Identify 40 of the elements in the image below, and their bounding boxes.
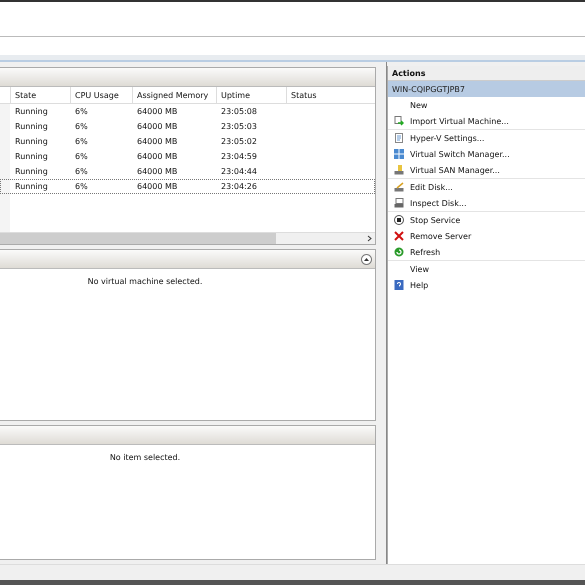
- import-icon: [394, 116, 404, 126]
- action-item[interactable]: Inspect Disk...: [388, 195, 585, 211]
- vm-row[interactable]: Running 6% 64000 MB 23:05:08: [0, 104, 375, 119]
- document-icon: [394, 133, 404, 143]
- empty-message: No item selected.: [108, 453, 182, 462]
- action-item[interactable]: Hyper-V Settings...: [388, 129, 585, 146]
- action-item[interactable]: Stop Service: [388, 211, 585, 228]
- action-item[interactable]: Refresh: [388, 244, 585, 260]
- stop-icon: [394, 215, 404, 225]
- disk-icon: [394, 198, 404, 208]
- column-header[interactable]: Status: [286, 87, 375, 103]
- column-header[interactable]: CPU Usage: [70, 87, 132, 103]
- refresh-icon: [394, 247, 404, 257]
- action-item[interactable]: New: [388, 97, 585, 113]
- action-item[interactable]: Virtual Switch Manager...: [388, 146, 585, 162]
- vm-row[interactable]: Running 6% 64000 MB 23:05:03: [0, 119, 375, 134]
- vm-row[interactable]: Running 6% 64000 MB 23:04:44: [0, 164, 375, 179]
- action-item[interactable]: View: [388, 260, 585, 277]
- actions-title: Actions: [388, 66, 585, 81]
- action-item[interactable]: Virtual SAN Manager...: [388, 162, 585, 178]
- column-header[interactable]: State: [10, 87, 70, 103]
- column-header[interactable]: Uptime: [216, 87, 286, 103]
- horizontal-scrollbar[interactable]: [0, 232, 375, 244]
- empty-message: No virtual machine selected.: [86, 277, 204, 286]
- vm-row[interactable]: Running 6% 64000 MB 23:05:02: [0, 134, 375, 149]
- collapse-icon[interactable]: [361, 254, 372, 264]
- help-icon: [394, 280, 404, 290]
- vm-row[interactable]: Running 6% 64000 MB 23:04:26: [0, 179, 375, 194]
- storage-icon: [394, 165, 404, 175]
- action-item[interactable]: Edit Disk...: [388, 178, 585, 195]
- network-switch-icon: [394, 149, 404, 159]
- action-item[interactable]: Import Virtual Machine...: [388, 113, 585, 129]
- action-item[interactable]: Help: [388, 277, 585, 293]
- server-header[interactable]: WIN-CQIPGGTJPB7: [388, 81, 585, 97]
- vm-row[interactable]: Running 6% 64000 MB 23:04:59: [0, 149, 375, 164]
- action-item[interactable]: Remove Server: [388, 228, 585, 244]
- column-header[interactable]: Assigned Memory: [132, 87, 216, 103]
- disk-edit-icon: [394, 182, 404, 192]
- scrollbar-thumb[interactable]: [0, 233, 276, 244]
- close-icon: [394, 231, 404, 241]
